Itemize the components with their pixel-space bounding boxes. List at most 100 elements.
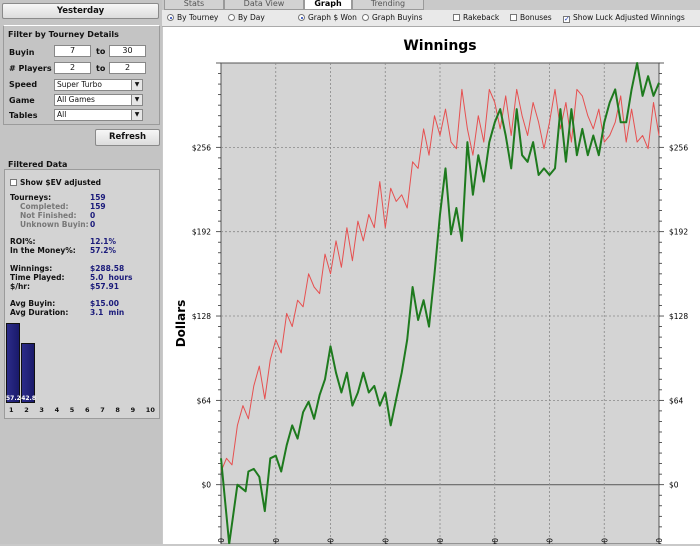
players-to-input[interactable]: 2 <box>109 62 146 74</box>
tab-trending[interactable]: Trending <box>352 0 424 10</box>
rakeback-checkbox[interactable]: Rakeback <box>453 13 499 22</box>
tourneys-value: 159 <box>90 193 106 202</box>
filter-title: Filter by Tourney Details <box>8 30 119 39</box>
finish-bar <box>21 343 36 403</box>
luck-adjusted-checkbox[interactable]: ✓ Show Luck Adjusted Winnings <box>563 13 685 23</box>
speed-value: Super Turbo <box>57 80 102 89</box>
unknown-buyin-value: 0 <box>90 220 96 229</box>
finish-position-label: 1 <box>9 406 14 414</box>
y-tick-label-left: $0 <box>201 481 211 490</box>
winnings-value: $288.58 <box>90 264 125 273</box>
buyin-from-input[interactable]: 7 <box>54 45 91 57</box>
by-day-label: By Day <box>238 13 265 22</box>
graph-buyins-label: Graph Buyins <box>372 13 423 22</box>
tourneys-label: Tourneys: <box>10 193 52 202</box>
to-label: to <box>96 64 106 73</box>
y-tick-label-left: $256 <box>192 143 211 152</box>
radio-selected-icon[interactable] <box>167 14 174 21</box>
players-label: # Players <box>9 64 52 73</box>
tables-label: Tables <box>9 111 38 120</box>
radio-icon[interactable] <box>362 14 369 21</box>
completed-label: Completed: <box>20 202 69 211</box>
tab-graph[interactable]: Graph <box>304 0 352 10</box>
bonuses-label: Bonuses <box>520 13 552 22</box>
bonuses-checkbox[interactable]: Bonuses <box>510 13 552 22</box>
tab-data-view[interactable]: Data View <box>224 0 304 10</box>
winnings-label: Winnings: <box>10 264 53 273</box>
players-from-input[interactable]: 2 <box>54 62 91 74</box>
x-tick-label: 100 <box>491 538 500 544</box>
by-day-radio[interactable]: By Day <box>228 13 265 22</box>
x-tick-label: 140 <box>600 538 609 544</box>
y-axis-label: Dollars <box>174 300 188 348</box>
avg-duration-value: 3.1 min <box>90 308 125 317</box>
finish-position-label: 3 <box>39 406 44 414</box>
checkbox-icon[interactable] <box>510 14 517 21</box>
time-played-label: Time Played: <box>10 273 65 282</box>
finish-position-label: 5 <box>69 406 75 414</box>
show-sev-label: Show $EV adjusted <box>20 178 102 187</box>
finish-bar-label: 57.2 <box>6 395 21 402</box>
per-hour-label: $/hr: <box>10 282 30 291</box>
finish-position-label: 7 <box>100 406 105 414</box>
x-tick-label: 160 <box>655 538 664 544</box>
refresh-button[interactable]: Refresh <box>95 129 160 146</box>
avg-duration-label: Avg Duration: <box>10 308 69 317</box>
chart-title: Winnings <box>403 38 476 54</box>
radio-icon[interactable] <box>228 14 235 21</box>
y-tick-label-right: $0 <box>669 481 679 490</box>
by-tourney-radio[interactable]: By Tourney <box>167 13 218 22</box>
speed-label: Speed <box>9 80 38 89</box>
chevron-down-icon[interactable]: ▼ <box>131 95 142 105</box>
y-tick-label-right: $64 <box>669 396 684 405</box>
checkbox-icon[interactable] <box>453 14 460 21</box>
by-tourney-label: By Tourney <box>177 13 219 22</box>
finish-position-label: 9 <box>130 406 136 414</box>
finish-bar-label: 42.8 <box>21 395 36 402</box>
y-tick-label-right: $128 <box>669 312 688 321</box>
y-tick-label-right: $256 <box>669 143 688 152</box>
tab-bar: Stats Data View Graph Trending <box>162 0 700 10</box>
graph-options-bar: By Tourney By Day Graph $ Won Graph Buyi… <box>162 10 700 27</box>
tables-select[interactable]: All ▼ <box>54 109 143 121</box>
finish-bar <box>6 323 20 403</box>
graph-area: Winnings Dollars $0 $0 $64 $64 $128 $128 $192 $19… <box>163 27 700 546</box>
x-tick-label: 60 <box>381 538 390 544</box>
not-finished-label: Not Finished: <box>20 211 77 220</box>
buyin-to-input[interactable]: 30 <box>109 45 146 57</box>
unknown-buyin-label: Unknown Buyin: <box>20 220 89 229</box>
checkmark-icon[interactable]: ✓ <box>563 16 570 23</box>
game-label: Game <box>9 96 35 105</box>
to-label: to <box>96 47 106 56</box>
show-sev-checkbox[interactable]: Show $EV adjusted <box>10 178 101 187</box>
x-tick-label: 120 <box>546 538 555 544</box>
x-tick-label: 80 <box>436 538 445 544</box>
graph-won-radio[interactable]: Graph $ Won <box>298 13 357 22</box>
finish-position-label: 2 <box>24 406 29 414</box>
checkbox-icon[interactable] <box>10 179 17 186</box>
game-select[interactable]: All Games ▼ <box>54 94 143 106</box>
luck-adjusted-label: Show Luck Adjusted Winnings <box>573 13 685 22</box>
x-tick-label: 0 <box>217 538 226 543</box>
chevron-down-icon[interactable]: ▼ <box>131 110 142 120</box>
y-tick-label-left: $64 <box>197 396 212 405</box>
tables-value: All <box>57 110 67 119</box>
avg-buyin-label: Avg Buyin: <box>10 299 56 308</box>
speed-select[interactable]: Super Turbo ▼ <box>54 79 143 91</box>
completed-value: 159 <box>90 202 106 211</box>
itm-value: 57.2% <box>90 246 117 255</box>
y-tick-label-left: $192 <box>192 228 211 237</box>
filtered-title: Filtered Data <box>8 160 68 169</box>
graph-buyins-radio[interactable]: Graph Buyins <box>362 13 422 22</box>
not-finished-value: 0 <box>90 211 96 220</box>
time-played-value: 5.0 hours <box>90 273 133 282</box>
rakeback-label: Rakeback <box>463 13 500 22</box>
finish-position-label: 10 <box>145 406 155 414</box>
radio-selected-icon[interactable] <box>298 14 305 21</box>
chevron-down-icon[interactable]: ▼ <box>131 80 142 90</box>
roi-value: 12.1% <box>90 237 117 246</box>
itm-label: In the Money%: <box>10 246 76 255</box>
tab-stats[interactable]: Stats <box>164 0 224 10</box>
winnings-chart: Winnings Dollars $0 $0 $64 $64 $128 $128 $192 $19… <box>174 38 688 546</box>
yesterday-button[interactable]: Yesterday <box>2 3 159 19</box>
